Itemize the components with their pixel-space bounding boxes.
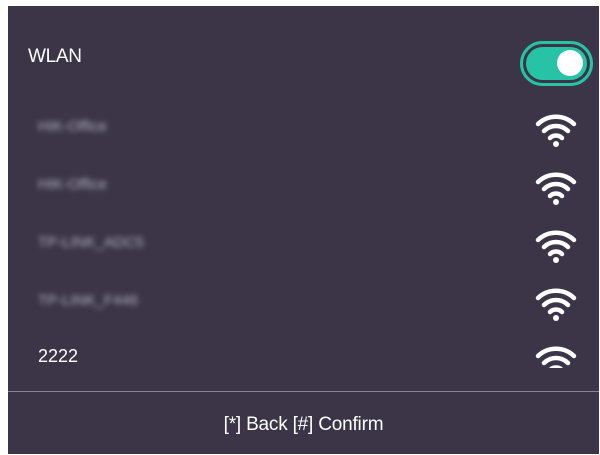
wlan-settings-screen: WLAN HIK-Office HIK-Office TP-LINK_ADC5 … <box>8 6 599 454</box>
toggle-knob <box>557 50 583 76</box>
network-name: 2222 <box>38 346 79 366</box>
list-item[interactable]: TP-LINK_F446 <box>8 274 599 332</box>
list-item[interactable]: 2222 <box>8 332 599 368</box>
wlan-toggle[interactable] <box>520 41 593 86</box>
list-item[interactable]: HIK-Office <box>8 158 599 216</box>
wlan-label: WLAN <box>28 46 82 67</box>
wifi-icon <box>535 172 577 205</box>
wifi-icon <box>535 346 577 368</box>
wifi-icon <box>535 288 577 321</box>
list-item[interactable]: HIK-Office <box>8 100 599 158</box>
network-list: HIK-Office HIK-Office TP-LINK_ADC5 TP-LI… <box>8 100 599 368</box>
wlan-row[interactable]: WLAN <box>8 30 599 100</box>
network-name: HIK-Office <box>38 118 107 135</box>
wifi-icon <box>535 230 577 263</box>
key-hint: [*] Back [#] Confirm <box>223 414 384 435</box>
network-name: HIK-Office <box>38 176 107 193</box>
list-item[interactable]: TP-LINK_ADC5 <box>8 216 599 274</box>
wifi-icon <box>535 114 577 147</box>
toggle-track <box>526 47 587 80</box>
network-name: TP-LINK_ADC5 <box>38 234 144 251</box>
footer-bar: [*] Back [#] Confirm <box>8 392 599 454</box>
network-name: TP-LINK_F446 <box>38 292 139 309</box>
